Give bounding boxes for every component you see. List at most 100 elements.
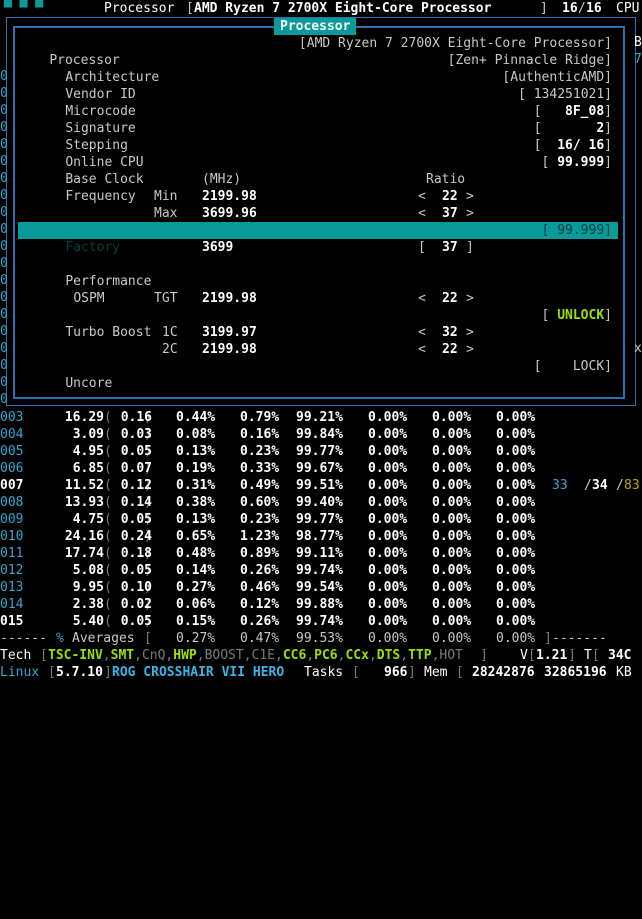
cpu-id: 013 [0, 580, 24, 595]
boost-2c-decrease[interactable]: < [418, 341, 426, 358]
column-edge-glyph: 0 [0, 239, 8, 254]
avg-e: 99.53% [296, 631, 343, 646]
column-edge-glyph: 0 [0, 375, 8, 390]
cpu-id: 008 [0, 495, 24, 510]
column-edge-glyph: 0 [0, 256, 8, 271]
temperature-temp_max: 83 [624, 478, 640, 493]
min-ratio-decrease[interactable]: < [418, 188, 426, 205]
cpu-cell-c: 0.31% [176, 478, 216, 493]
cpu-cell-c: 0.27% [176, 580, 216, 595]
tech-flag: CnQ [141, 648, 166, 663]
column-edge-glyph: 0 [0, 307, 8, 322]
tgt-ratio: 22 [442, 291, 458, 306]
processor-name: AMD Ryzen 7 2700X Eight-Core Processor [194, 1, 492, 16]
temperature-temp_cur: 34 [592, 478, 608, 493]
factory-mhz: 3699 [202, 240, 234, 255]
cpu-cell-h: 0.00% [496, 478, 536, 493]
microcode-row: Microcode [ 134251021] [18, 86, 618, 119]
boost-2c-increase[interactable]: > [466, 341, 474, 358]
cpu-label: CPU [616, 1, 640, 16]
cpu-cell-d: 0.26% [240, 563, 280, 578]
uncore-row[interactable]: Uncore [ LOCK] [18, 358, 618, 391]
cpu-cell-g: 0.00% [432, 478, 472, 493]
tasks-label: Tasks [304, 665, 344, 680]
boost-1c-row: 1C 3199.97 < 32 > [18, 324, 618, 341]
cpu-cell-b: 0.05 [120, 512, 152, 527]
voltage-label: V [520, 648, 528, 663]
turbo-boost-row[interactable]: Turbo Boost [ UNLOCK] [18, 307, 618, 340]
board-name: ROG CROSSHAIR VII HERO [112, 665, 285, 680]
boost-1c-increase[interactable]: > [466, 324, 474, 341]
processor-label: Processor [104, 1, 175, 16]
cpu-cell-g: 0.00% [432, 427, 472, 442]
cpu-cell-b: 0.07 [120, 461, 152, 476]
cpu-cell-b: 0.03 [120, 427, 152, 442]
cpu-cell-c: 0.06% [176, 597, 216, 612]
max-ratio-increase[interactable]: > [466, 205, 474, 222]
cpu-cell-c: 0.65% [176, 529, 216, 544]
cpu-cell-a: 11.52 [64, 478, 104, 493]
tgt-ratio-increase[interactable]: > [466, 290, 474, 307]
cpu-row: 003() 16.29 0.16 0.44% 0.79% 99.21% 0.00% 0.00%… [0, 410, 536, 425]
mem-unit: KB [616, 665, 632, 680]
cpu-cell-f: 0.00% [368, 529, 408, 544]
cpu-cell-e: 98.77% [296, 529, 343, 544]
boost-2c-mhz: 2199.98 [202, 342, 257, 357]
tech-flag: CC6 [282, 648, 307, 663]
cpu-cell-g: 0.00% [432, 614, 472, 629]
avg-h: 0.00% [496, 631, 536, 646]
base-clock-value: 99.999 [557, 155, 605, 170]
side-fragment-x: x [634, 341, 642, 356]
cpu-cell-f: 0.00% [368, 461, 408, 476]
temp-label: T [584, 648, 592, 663]
tgt-mhz: 2199.98 [202, 291, 257, 306]
mem-total: 32865196 [544, 665, 607, 680]
turbo-boost-value: UNLOCK [557, 308, 605, 323]
cpu-id: 006 [0, 461, 24, 476]
architecture-row: Architecture [Zen+ Pinnacle Ridge] [18, 52, 618, 85]
uncore-label: Uncore [65, 376, 113, 391]
cpu-cell-h: 0.00% [496, 546, 536, 561]
averages-percent: % [56, 631, 64, 646]
boost-1c-decrease[interactable]: < [418, 324, 426, 341]
cpu-cell-h: 0.00% [496, 461, 536, 476]
column-edge-glyph: 0 [0, 154, 8, 169]
cpu-cell-g: 0.00% [432, 444, 472, 459]
cpu-row: 015() 5.40 0.05 0.15% 0.26% 99.74% 0.00% 0.00% 0… [0, 614, 536, 629]
max-ratio-decrease[interactable]: < [418, 205, 426, 222]
boost-2c-label: 2C [162, 342, 178, 357]
cpu-row: 012() 5.08 0.05 0.14% 0.26% 99.74% 0.00% 0.00% 0… [0, 563, 536, 578]
column-edge-glyph: 0 [0, 171, 8, 186]
mem-label: Mem [424, 665, 448, 680]
min-ratio: 22 [442, 189, 458, 204]
cpu-cell-f: 0.00% [368, 580, 408, 595]
cpu-cell-c: 0.08% [176, 427, 216, 442]
cpu-cell-e: 99.84% [296, 427, 343, 442]
processor-info-window[interactable]: Processor Processor [AMD Ryzen 7 2700X E… [6, 17, 636, 406]
cpu-cell-e: 99.67% [296, 461, 343, 476]
bar-fragment: ▀ ▀ ▀ [4, 1, 44, 16]
cpu-cell-e: 99.51% [296, 478, 343, 493]
cpu-cell-e: 99.88% [296, 597, 343, 612]
tasks-value: 966 [384, 665, 408, 680]
cpu-cell-h: 0.00% [496, 444, 536, 459]
cpu-cell-a: 4.75 [72, 512, 104, 527]
processor-row-value: [AMD Ryzen 7 2700X Eight-Core Processor] [298, 36, 612, 51]
cpu-id: 007 [0, 478, 24, 493]
stepping-value: 2 [596, 121, 605, 136]
tgt-ratio-decrease[interactable]: < [418, 290, 426, 307]
cpu-cell-c: 0.15% [176, 614, 216, 629]
factory-row-selected[interactable]: Factory [ 99.999] [18, 222, 618, 255]
cpu-cell-h: 0.00% [496, 427, 536, 442]
cpu-cell-d: 0.16% [240, 427, 280, 442]
column-edge-glyph: 0 [0, 358, 8, 373]
max-mhz: 3699.96 [202, 206, 257, 221]
max-ratio: 37 [442, 206, 458, 221]
min-row: Min 2199.98 < 22 > [18, 188, 618, 205]
cpu-row: 014() 2.38 0.02 0.06% 0.12% 99.88% 0.00% 0.00% 0… [0, 597, 536, 612]
cpu-cell-a: 13.93 [64, 495, 104, 510]
factory-ratio-row: 3699 [ 37 ] [202, 240, 474, 255]
min-ratio-increase[interactable]: > [466, 188, 474, 205]
min-mhz: 2199.98 [202, 189, 257, 204]
cpu-cell-d: 0.33% [240, 461, 280, 476]
